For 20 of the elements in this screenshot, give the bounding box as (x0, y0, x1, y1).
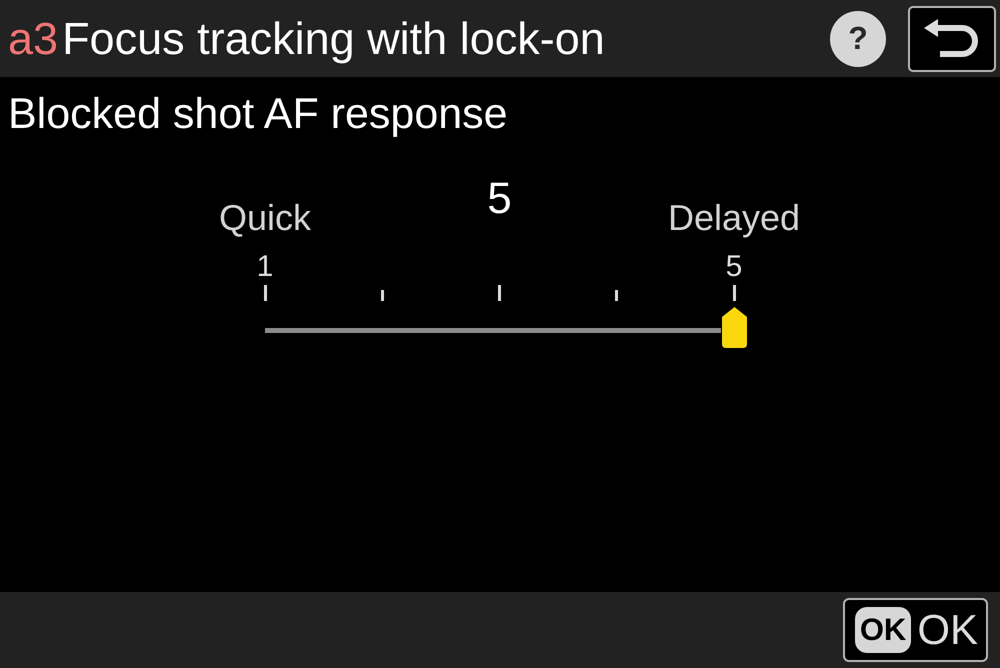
scale-start-label: Quick (218, 200, 312, 236)
scale-end-label: Delayed (668, 200, 800, 236)
tick-mark (732, 285, 736, 301)
current-value: 5 (487, 177, 512, 221)
tick-mark (264, 285, 266, 301)
tick-mark (498, 285, 501, 301)
ok-key-glyph: OK (854, 607, 912, 653)
tick-mark (615, 290, 618, 301)
section-code: a3 (8, 12, 58, 64)
slider-thumb[interactable] (722, 307, 746, 348)
tick-label: 5 (726, 252, 742, 282)
slider-track[interactable] (265, 328, 721, 333)
ok-button[interactable]: OK OK (842, 598, 988, 662)
menu-title: Focus tracking with lock-on (62, 12, 606, 64)
tick-label: 1 (256, 252, 274, 282)
tick-mark (380, 290, 384, 301)
return-arrow-icon (924, 18, 980, 58)
setting-name: Blocked shot AF response (8, 89, 509, 139)
back-button[interactable] (908, 6, 996, 72)
help-button[interactable]: ? (830, 10, 886, 66)
